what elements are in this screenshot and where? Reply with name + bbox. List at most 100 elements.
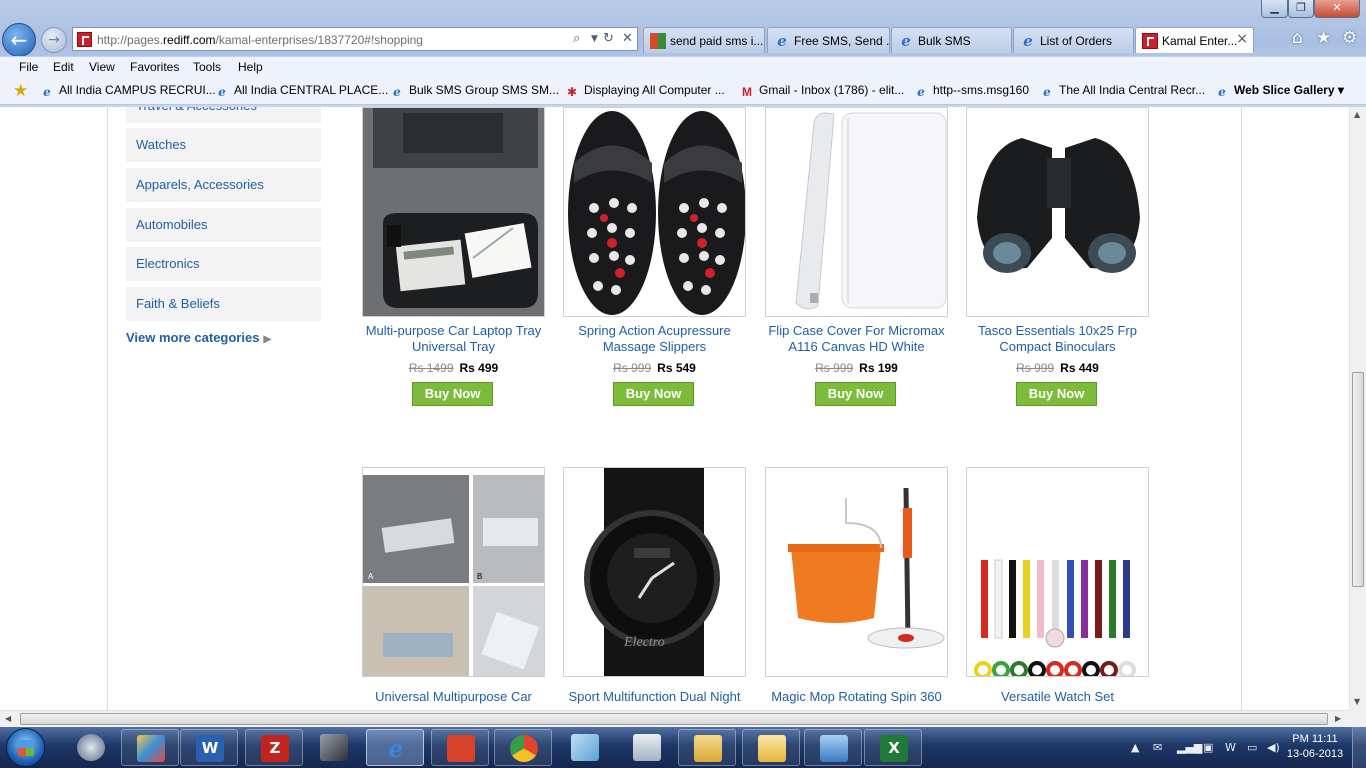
taskbar-word[interactable]: W	[180, 729, 238, 766]
category-electronics[interactable]: Electronics	[126, 247, 321, 281]
product-image-spin-mop[interactable]	[765, 467, 948, 677]
scroll-down-arrow-icon[interactable]: ▼	[1354, 697, 1360, 706]
page-viewport: Travel & Accessories Watches Apparels, A…	[0, 107, 1349, 710]
category-apparels-accessories[interactable]: Apparels, Accessories	[126, 168, 321, 202]
refresh-icon[interactable]: ↻	[603, 31, 614, 46]
product-image-binoculars[interactable]	[966, 107, 1149, 317]
product-image-watch-set[interactable]	[966, 467, 1149, 677]
view-more-categories-link[interactable]: View more categories ▶	[126, 330, 271, 345]
search-icon[interactable]: ⌕	[573, 31, 580, 46]
category-watches[interactable]: Watches	[126, 128, 321, 162]
product-image-car-multipurpose-tray[interactable]: A B C D	[362, 467, 545, 677]
mail-tray-icon[interactable]: ✉	[1153, 741, 1162, 754]
clock-time: PM 11:11	[1292, 733, 1338, 745]
taskbar-presentation[interactable]	[431, 729, 489, 766]
favorite-link[interactable]: e All India CENTRAL PLACE...	[215, 83, 388, 99]
original-price: Rs 999	[815, 361, 854, 375]
device-icon[interactable]: ▣	[1203, 741, 1213, 754]
show-hidden-icons-icon[interactable]: ▲	[1131, 741, 1139, 754]
show-desktop-button[interactable]	[1352, 727, 1366, 768]
address-bar[interactable]: http://pages.rediff.com/kamal-enterprise…	[72, 27, 638, 51]
monitor-icon[interactable]: ▭	[1247, 741, 1257, 754]
close-window-button[interactable]: ✕	[1314, 0, 1360, 18]
tab-kamal-enterprises[interactable]: Kamal Enter... ×	[1135, 27, 1254, 53]
start-button-icon[interactable]	[6, 728, 45, 767]
taskbar-explorer[interactable]	[678, 729, 736, 766]
favorites-star-icon[interactable]: ★	[1316, 28, 1331, 48]
system-clock[interactable]: PM 11:11 13-06-2013	[1285, 732, 1345, 762]
favorite-link[interactable]: e http--sms.msg160	[914, 83, 1029, 99]
buy-now-button[interactable]: Buy Now	[613, 382, 694, 406]
system-tray: ▲ ✉ ▂▄▆ ▣ W ▭ ◀)	[1125, 727, 1285, 768]
product-title-link[interactable]: Spring Action Acupressure Massage Slippe…	[555, 323, 754, 355]
tab-free-sms[interactable]: e Free SMS, Send ...	[767, 27, 890, 53]
signal-strength-icon[interactable]: ▂▄▆	[1177, 741, 1202, 754]
menu-view[interactable]: View	[89, 60, 115, 74]
category-automobiles[interactable]: Automobiles	[126, 208, 321, 242]
category-faith-beliefs[interactable]: Faith & Beliefs	[126, 287, 321, 321]
product-title-link[interactable]: Sport Multifunction Dual Night	[555, 689, 754, 705]
product-image-sport-watch[interactable]: Electro	[563, 467, 746, 677]
product-image-flip-case-cover[interactable]	[765, 107, 948, 317]
scroll-left-arrow-icon[interactable]: ◀	[5, 714, 11, 723]
close-tab-icon[interactable]: ×	[1236, 31, 1248, 47]
forward-button[interactable]: →	[41, 27, 67, 53]
taskbar-excel[interactable]: X	[864, 729, 922, 766]
back-button[interactable]: ←	[2, 23, 36, 57]
scroll-up-arrow-icon[interactable]: ▲	[1354, 110, 1360, 119]
product-title-link[interactable]: Tasco Essentials 10x25 Frp Compact Binoc…	[958, 323, 1157, 355]
vertical-scroll-thumb[interactable]	[1352, 372, 1364, 587]
buy-now-button[interactable]: Buy Now	[815, 382, 896, 406]
menu-edit[interactable]: Edit	[53, 60, 74, 74]
menu-tools[interactable]: Tools	[193, 60, 221, 74]
volume-icon[interactable]: ◀)	[1267, 741, 1280, 754]
tools-gear-icon[interactable]: ⚙	[1342, 28, 1357, 48]
product-title-link[interactable]: Multi-purpose Car Laptop Tray Universal …	[354, 323, 553, 355]
category-travel-accessories[interactable]: Travel & Accessories	[126, 107, 321, 123]
url-text[interactable]: http://pages.rediff.com/kamal-enterprise…	[97, 33, 423, 47]
product-image-car-laptop-tray[interactable]	[362, 107, 545, 317]
dropdown-arrow-icon[interactable]: ▼	[591, 34, 598, 44]
home-icon[interactable]: ⌂	[1292, 28, 1303, 48]
favorite-link[interactable]: e All India CAMPUS RECRUI...	[40, 83, 216, 99]
taskbar-media-center[interactable]	[62, 729, 120, 766]
product-title-link[interactable]: Versatile Watch Set	[958, 689, 1157, 705]
product-image-massage-slippers[interactable]	[563, 107, 746, 317]
taskbar-notes[interactable]	[556, 729, 614, 766]
product-title-link[interactable]: Flip Case Cover For Micromax A116 Canvas…	[757, 323, 956, 355]
favorite-link[interactable]: ✱ Displaying All Computer ...	[565, 83, 725, 99]
rediff-site-icon	[77, 32, 92, 47]
word-tray-icon[interactable]: W	[1225, 741, 1236, 754]
tab-list-of-orders[interactable]: e List of Orders	[1013, 27, 1134, 53]
web-slice-gallery-link[interactable]: e Web Slice Gallery ▾	[1215, 83, 1344, 99]
tab-send-paid-sms[interactable]: send paid sms i...	[643, 27, 765, 53]
favorite-link[interactable]: e The All India Central Recr...	[1040, 83, 1205, 99]
taskbar-chrome[interactable]	[494, 729, 552, 766]
favorite-link[interactable]: M Gmail - Inbox (1786) - elit...	[740, 83, 904, 99]
minimize-button[interactable]: ▁	[1261, 0, 1288, 18]
buy-now-button[interactable]: Buy Now	[412, 382, 493, 406]
horizontal-scroll-thumb[interactable]	[20, 713, 1328, 725]
scroll-right-arrow-icon[interactable]: ▶	[1335, 714, 1341, 723]
taskbar-microphone[interactable]	[305, 729, 363, 766]
taskbar-recycle-bin[interactable]	[618, 729, 676, 766]
tab-bulk-sms[interactable]: e Bulk SMS	[891, 27, 1012, 53]
maximize-button[interactable]: ❐	[1288, 0, 1314, 18]
taskbar-filezilla[interactable]: Z	[245, 729, 303, 766]
menu-file[interactable]: File	[19, 60, 38, 74]
add-favorite-star-icon[interactable]: ★	[13, 81, 28, 101]
folder-icon	[694, 735, 722, 762]
taskbar-outlook[interactable]	[742, 729, 800, 766]
horizontal-scrollbar[interactable]: ◀ ▶	[0, 710, 1349, 727]
product-title-link[interactable]: Magic Mop Rotating Spin 360	[757, 689, 956, 705]
stop-icon[interactable]: ✕	[622, 31, 633, 46]
taskbar-internet-explorer[interactable]: e	[366, 729, 424, 766]
favorite-link[interactable]: e Bulk SMS Group SMS SM...	[390, 83, 559, 99]
menu-favorites[interactable]: Favorites	[130, 60, 179, 74]
menu-help[interactable]: Help	[238, 60, 263, 74]
buy-now-button[interactable]: Buy Now	[1016, 382, 1097, 406]
taskbar-picture-viewer[interactable]	[804, 729, 862, 766]
taskbar-paint[interactable]	[121, 729, 179, 766]
vertical-scrollbar[interactable]: ▲ ▼	[1349, 107, 1366, 710]
product-title-link[interactable]: Universal Multipurpose Car	[354, 689, 553, 705]
